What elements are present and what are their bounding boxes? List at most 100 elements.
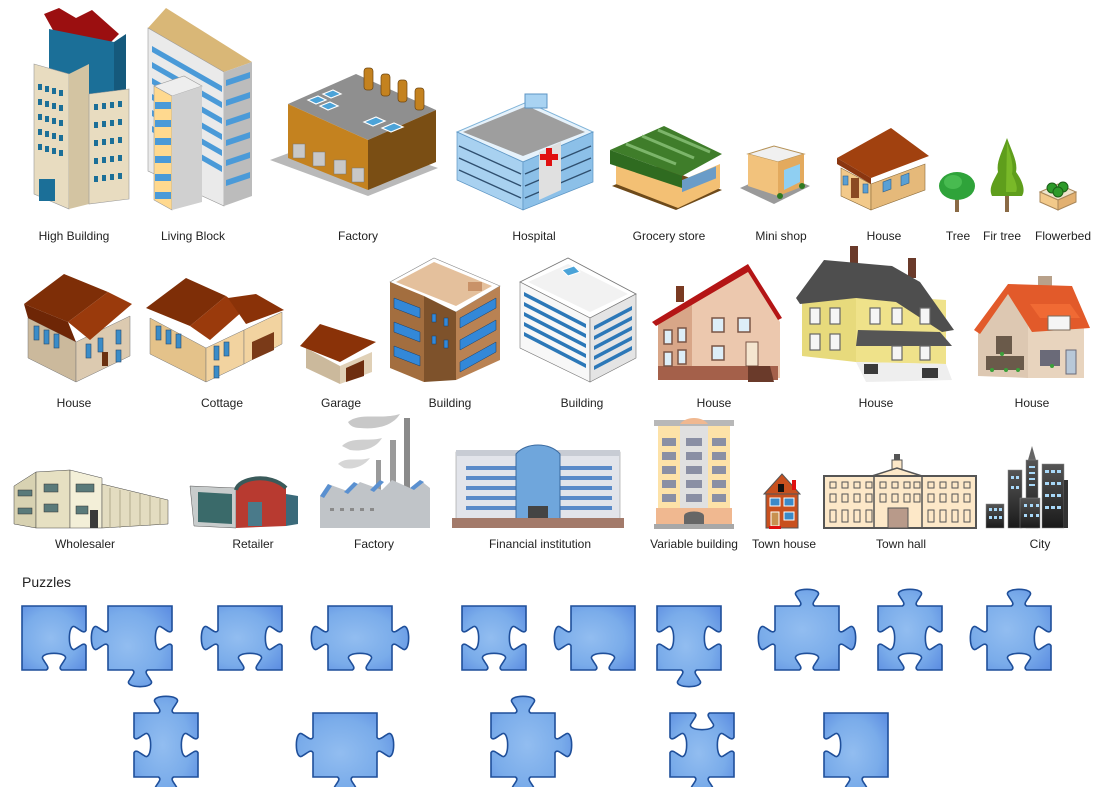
puzzle-piece-shape bbox=[461, 605, 527, 671]
puzzle-piece-shape bbox=[656, 605, 722, 688]
city-shape[interactable] bbox=[984, 446, 1068, 530]
tree-icon bbox=[939, 172, 975, 212]
puzzle-piece-icon bbox=[757, 588, 857, 671]
puzzle-piece-icon bbox=[656, 605, 722, 688]
puzzle-piece-icon bbox=[295, 712, 395, 787]
grocery-store-icon bbox=[610, 126, 722, 210]
puzzle-piece[interactable] bbox=[552, 605, 638, 691]
puzzle-piece[interactable] bbox=[656, 605, 724, 688]
house-3-shape[interactable] bbox=[652, 262, 782, 384]
factory-icon bbox=[270, 67, 438, 196]
living-block-shape[interactable] bbox=[144, 6, 256, 212]
garage-icon bbox=[300, 324, 376, 384]
puzzle-piece-icon bbox=[490, 695, 573, 787]
high-building-shape[interactable] bbox=[14, 4, 132, 212]
puzzle-piece-shape bbox=[21, 605, 87, 671]
garage-shape[interactable] bbox=[300, 322, 376, 384]
wholesaler-shape[interactable] bbox=[13, 466, 170, 530]
shape-label: Town hall bbox=[875, 537, 927, 551]
building-white-shape[interactable] bbox=[518, 256, 638, 384]
puzzle-piece[interactable] bbox=[823, 712, 891, 787]
town-house-shape[interactable] bbox=[762, 472, 802, 530]
puzzle-piece[interactable] bbox=[669, 712, 737, 787]
puzzle-piece[interactable] bbox=[199, 605, 285, 691]
house-icon bbox=[974, 276, 1090, 378]
shape-label: Garage bbox=[320, 396, 362, 410]
shape-label: Factory bbox=[337, 229, 379, 243]
house-icon bbox=[837, 128, 929, 211]
factory-icon bbox=[320, 414, 430, 528]
retailer-shape[interactable] bbox=[189, 474, 300, 530]
hospital-icon bbox=[455, 93, 595, 211]
shape-label: Wholesaler bbox=[54, 537, 116, 551]
puzzle-piece[interactable] bbox=[89, 605, 175, 688]
puzzle-piece-shape bbox=[969, 588, 1052, 671]
shape-label: House bbox=[858, 396, 894, 410]
financial-institution-shape[interactable] bbox=[452, 444, 624, 530]
puzzle-piece-icon bbox=[90, 605, 173, 688]
shape-label: Mini shop bbox=[755, 229, 807, 243]
puzzle-piece[interactable] bbox=[490, 694, 576, 787]
shape-label: Retailer bbox=[232, 537, 274, 551]
city-icon bbox=[985, 446, 1068, 529]
bank-icon bbox=[452, 444, 624, 528]
factory-iso-shape[interactable] bbox=[268, 64, 440, 198]
factory-smoke-shape[interactable] bbox=[320, 412, 430, 530]
grocery-store-shape[interactable] bbox=[608, 120, 724, 212]
puzzle-piece-shape bbox=[490, 695, 573, 787]
shape-label: Grocery store bbox=[632, 229, 706, 243]
shape-label: Hospital bbox=[512, 229, 556, 243]
puzzle-piece[interactable] bbox=[309, 605, 413, 691]
house-iso-shape[interactable] bbox=[835, 126, 931, 211]
puzzle-piece-icon bbox=[669, 712, 735, 787]
fir-tree-shape[interactable] bbox=[988, 138, 1026, 212]
puzzle-piece-shape bbox=[823, 712, 889, 787]
building-icon bbox=[389, 257, 501, 382]
cottage-icon bbox=[146, 278, 284, 383]
puzzle-piece-shape bbox=[295, 712, 395, 787]
living-block-icon bbox=[147, 8, 252, 211]
house-icon bbox=[796, 246, 954, 382]
house-5-shape[interactable] bbox=[972, 276, 1092, 384]
house-2-shape[interactable] bbox=[24, 274, 134, 384]
puzzle-piece-shape bbox=[877, 588, 943, 671]
cottage-shape[interactable] bbox=[146, 278, 286, 384]
puzzle-piece[interactable] bbox=[461, 605, 529, 691]
shape-label: Building bbox=[428, 396, 472, 410]
flowerbed-shape[interactable] bbox=[1038, 176, 1078, 211]
puzzle-piece-shape bbox=[310, 605, 410, 671]
building-brown-shape[interactable] bbox=[389, 256, 502, 384]
puzzle-piece-shape bbox=[669, 712, 735, 787]
puzzle-piece[interactable] bbox=[133, 694, 201, 787]
fir-tree-icon bbox=[990, 138, 1024, 212]
house-4-shape[interactable] bbox=[796, 246, 958, 384]
house-icon bbox=[652, 264, 782, 382]
puzzle-piece[interactable] bbox=[756, 587, 860, 691]
building-icon bbox=[519, 257, 637, 383]
shape-label: Building bbox=[560, 396, 604, 410]
puzzle-piece[interactable] bbox=[968, 587, 1054, 691]
shape-label: Variable building bbox=[650, 537, 738, 551]
town-hall-shape[interactable] bbox=[822, 452, 978, 530]
puzzle-piece-icon bbox=[553, 605, 636, 671]
puzzle-piece-icon bbox=[969, 588, 1052, 671]
puzzle-piece-icon bbox=[877, 588, 943, 671]
house-icon bbox=[24, 274, 132, 383]
shape-label: Flowerbed bbox=[1034, 229, 1092, 243]
high-building-icon bbox=[33, 8, 130, 210]
hospital-shape[interactable] bbox=[455, 92, 595, 212]
puzzle-piece[interactable] bbox=[294, 712, 398, 787]
variable-building-shape[interactable] bbox=[652, 416, 736, 530]
wholesaler-icon bbox=[13, 469, 169, 529]
tree-shape[interactable] bbox=[938, 170, 976, 212]
flowerbed-icon bbox=[1038, 181, 1078, 211]
mini-shop-shape[interactable] bbox=[740, 144, 810, 204]
shape-label: House bbox=[696, 396, 732, 410]
retailer-icon bbox=[189, 476, 298, 529]
puzzle-piece-shape bbox=[133, 695, 199, 787]
shape-label: Cottage bbox=[200, 396, 244, 410]
puzzle-piece[interactable] bbox=[877, 587, 945, 691]
puzzle-piece[interactable] bbox=[21, 605, 89, 691]
puzzle-piece-icon bbox=[310, 605, 410, 671]
shape-label: City bbox=[1029, 537, 1051, 551]
